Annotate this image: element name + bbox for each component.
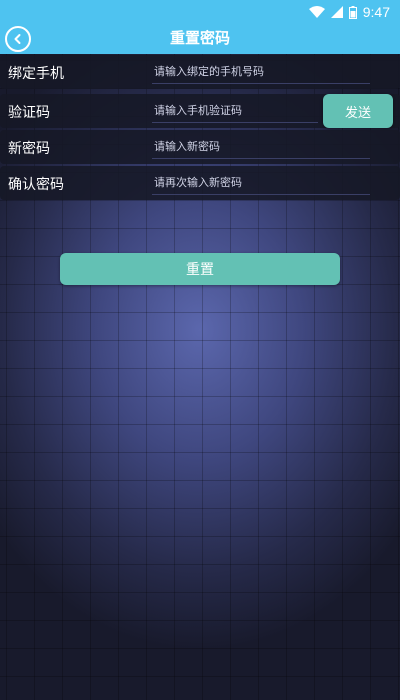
confirm-password-label: 确认密码 [8,177,64,193]
status-bar: 9:47 [0,0,400,24]
send-code-button[interactable]: 发送 [323,94,393,128]
phone-input[interactable] [152,59,370,84]
form-row-confirm-password: 确认密码 [0,166,400,200]
page-title: 重置密码 [169,29,230,47]
app-bar: 重置密码 [0,24,400,54]
signal-icon [330,6,343,18]
code-input[interactable] [152,98,318,123]
form-row-phone: 绑定手机 [0,55,400,89]
battery-icon [348,5,357,19]
reset-password-screen: 9:47 重置密码 绑定手机 验证码 发送 新密码 确认密码 重置 [0,0,400,700]
confirm-password-input[interactable] [152,170,370,195]
new-password-label: 新密码 [8,141,50,157]
phone-label: 绑定手机 [8,66,64,82]
status-time: 9:47 [362,4,390,20]
reset-button[interactable]: 重置 [60,253,340,285]
form-row-new-password: 新密码 [0,130,400,164]
status-icons: 9:47 [308,3,390,21]
code-label: 验证码 [8,105,50,121]
wifi-icon [308,6,325,18]
new-password-input[interactable] [152,134,370,159]
